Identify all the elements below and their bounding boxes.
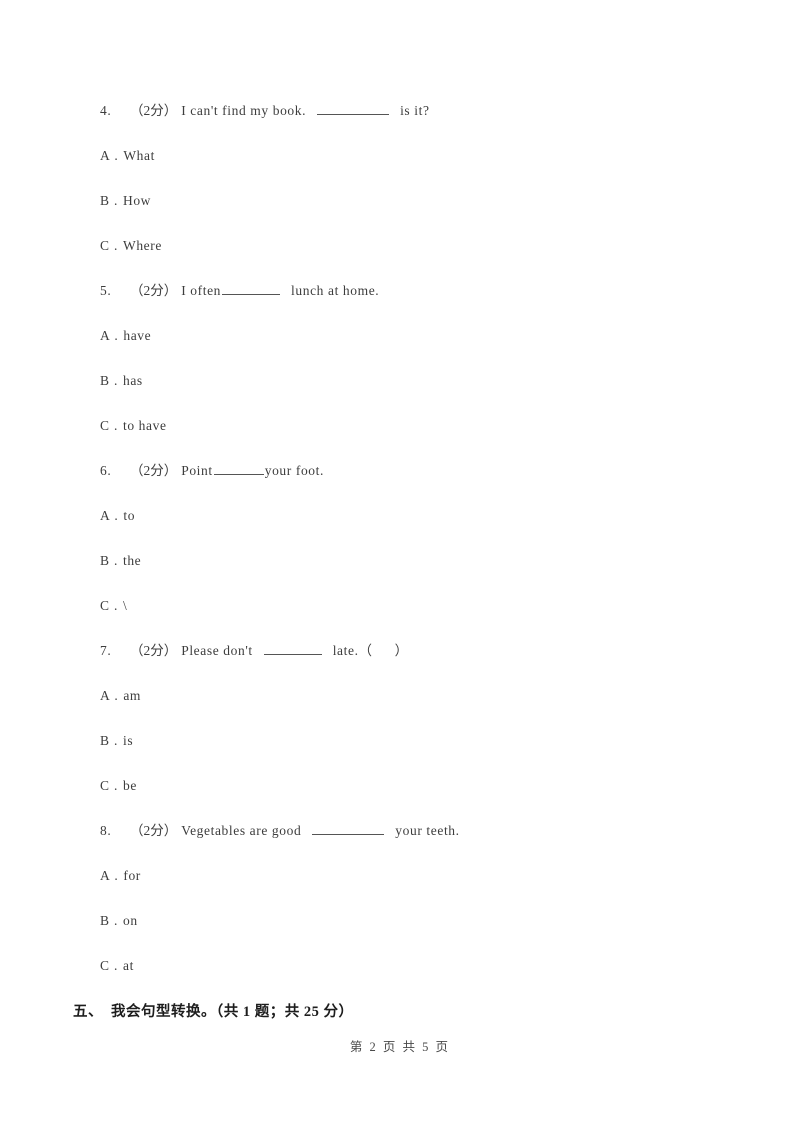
option-dot: . bbox=[114, 868, 119, 883]
option-dot: . bbox=[114, 598, 118, 613]
option-text: has bbox=[122, 373, 143, 388]
answer-blank[interactable] bbox=[312, 821, 385, 835]
option-text: on bbox=[122, 913, 138, 928]
option-letter: B bbox=[100, 553, 110, 568]
answer-blank[interactable] bbox=[317, 101, 390, 115]
option-letter: A bbox=[100, 148, 111, 163]
option-dot: . bbox=[114, 373, 118, 388]
option-row[interactable]: C. \ bbox=[100, 595, 720, 640]
option-text: Where bbox=[122, 238, 162, 253]
option-letter: B bbox=[100, 733, 110, 748]
question-text-after-blank: late.（ bbox=[332, 643, 373, 658]
option-row[interactable]: A. am bbox=[100, 685, 720, 730]
option-text: for bbox=[123, 868, 141, 883]
option-row[interactable]: C. to have bbox=[100, 415, 720, 460]
option-row[interactable]: A. have bbox=[100, 325, 720, 370]
page-footer: 第 2 页 共 5 页 bbox=[0, 1036, 800, 1055]
option-row[interactable]: B. the bbox=[100, 550, 720, 595]
option-letter: A bbox=[100, 508, 111, 523]
option-dot: . bbox=[114, 148, 119, 163]
answer-blank[interactable] bbox=[213, 461, 264, 475]
question-text-after-blank: your foot. bbox=[264, 463, 324, 478]
option-dot: . bbox=[114, 688, 119, 703]
option-text: \ bbox=[122, 598, 128, 613]
question-number: 7. bbox=[100, 643, 112, 658]
option-dot: . bbox=[114, 328, 119, 343]
option-dot: . bbox=[114, 733, 118, 748]
option-text: am bbox=[123, 688, 142, 703]
option-row[interactable]: B. How bbox=[100, 190, 720, 235]
option-letter: C bbox=[100, 238, 110, 253]
option-letter: C bbox=[100, 418, 110, 433]
answer-blank[interactable] bbox=[222, 281, 281, 295]
option-text: to have bbox=[122, 418, 167, 433]
section-number-label: 五、 bbox=[73, 1004, 103, 1020]
option-dot: . bbox=[114, 778, 118, 793]
option-row[interactable]: A. to bbox=[100, 505, 720, 550]
option-row[interactable]: C. at bbox=[100, 955, 720, 1000]
question-marks: （2分） bbox=[129, 823, 178, 838]
option-letter: C bbox=[100, 778, 110, 793]
option-dot: . bbox=[114, 418, 118, 433]
question-number: 8. bbox=[100, 823, 112, 838]
question-text-before-blank: I often bbox=[181, 283, 222, 298]
question-number: 5. bbox=[100, 283, 112, 298]
option-row[interactable]: A. for bbox=[100, 865, 720, 910]
option-dot: . bbox=[114, 508, 119, 523]
option-letter: A bbox=[100, 328, 111, 343]
option-text: What bbox=[123, 148, 155, 163]
option-letter: C bbox=[100, 598, 110, 613]
option-dot: . bbox=[114, 913, 118, 928]
question-marks: （2分） bbox=[129, 283, 178, 298]
option-text: at bbox=[122, 958, 134, 973]
section-title: 我会句型转换。（共 1 题；共 25 分） bbox=[111, 1004, 354, 1020]
question-text-after-blank: your teeth. bbox=[395, 823, 460, 838]
option-dot: . bbox=[114, 238, 118, 253]
option-dot: . bbox=[114, 193, 118, 208]
option-letter: B bbox=[100, 193, 110, 208]
option-row[interactable]: C. be bbox=[100, 775, 720, 820]
question-number: 6. bbox=[100, 463, 112, 478]
option-row[interactable]: B. has bbox=[100, 370, 720, 415]
question-text-tail: ） bbox=[394, 643, 409, 658]
question-number: 4. bbox=[100, 103, 112, 118]
question-text-before-blank: Vegetables are good bbox=[181, 823, 302, 838]
option-dot: . bbox=[114, 553, 118, 568]
document-page: 4. （2分） I can't find my book. is it? A. W… bbox=[0, 0, 800, 1132]
question-text-before-blank: I can't find my book. bbox=[181, 103, 307, 118]
question-list: 4. （2分） I can't find my book. is it? A. W… bbox=[100, 100, 720, 1000]
option-text: the bbox=[122, 553, 142, 568]
page-number-text: 第 2 页 共 5 页 bbox=[349, 1040, 451, 1054]
option-letter: A bbox=[100, 688, 111, 703]
option-text: have bbox=[123, 328, 152, 343]
option-letter: A bbox=[100, 868, 111, 883]
option-text: is bbox=[122, 733, 134, 748]
question-stem: 8. （2分） Vegetables are good your teeth. bbox=[100, 820, 720, 865]
option-letter: B bbox=[100, 373, 110, 388]
question-text-before-blank: Point bbox=[181, 463, 213, 478]
option-row[interactable]: B. is bbox=[100, 730, 720, 775]
option-text: How bbox=[122, 193, 152, 208]
question-text-after-blank: lunch at home. bbox=[291, 283, 380, 298]
question-marks: （2分） bbox=[129, 463, 178, 478]
option-text: to bbox=[123, 508, 136, 523]
question-text-after-blank: is it? bbox=[400, 103, 430, 118]
option-row[interactable]: A. What bbox=[100, 145, 720, 190]
option-text: be bbox=[122, 778, 137, 793]
option-row[interactable]: B. on bbox=[100, 910, 720, 955]
option-row[interactable]: C. Where bbox=[100, 235, 720, 280]
option-letter: B bbox=[100, 913, 110, 928]
section-heading: 五、 我会句型转换。（共 1 题；共 25 分） bbox=[73, 1000, 354, 1021]
question-text-before-blank: Please don't bbox=[181, 643, 253, 658]
option-dot: . bbox=[114, 958, 118, 973]
question-stem: 7. （2分） Please don't late.（ ） bbox=[100, 640, 720, 685]
question-stem: 6. （2分） Point your foot. bbox=[100, 460, 720, 505]
question-marks: （2分） bbox=[129, 643, 178, 658]
answer-blank[interactable] bbox=[263, 641, 322, 655]
option-letter: C bbox=[100, 958, 110, 973]
question-marks: （2分） bbox=[129, 103, 178, 118]
question-stem: 5. （2分） I often lunch at home. bbox=[100, 280, 720, 325]
question-stem: 4. （2分） I can't find my book. is it? bbox=[100, 100, 720, 145]
